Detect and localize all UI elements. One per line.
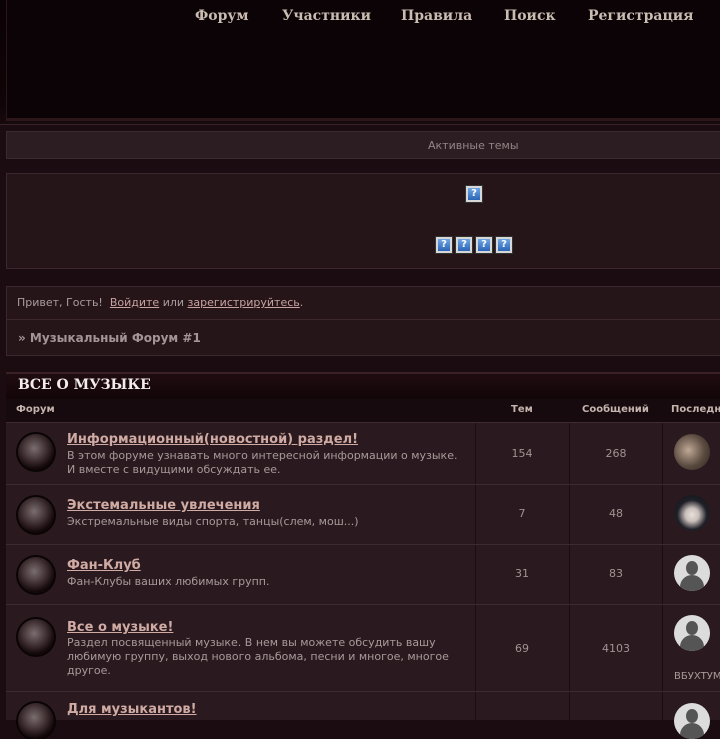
column-headers: Форум Тем Сообщений Последн [6, 399, 720, 422]
default-avatar-body [680, 635, 704, 651]
forum-status-icon [18, 703, 54, 739]
posts-count: 4103 [602, 642, 630, 655]
nav-register[interactable]: Регистрация [588, 8, 694, 24]
login-link[interactable]: Войдите [110, 296, 159, 309]
default-avatar-body [680, 723, 704, 739]
last-poster-avatar[interactable] [674, 555, 710, 591]
forum-title-link[interactable]: Все о музыке! [67, 620, 173, 635]
forum-status-icon [18, 557, 54, 593]
default-avatar-icon [686, 621, 698, 635]
or-text: или [162, 296, 185, 309]
banner-button[interactable]: ? [435, 236, 453, 254]
active-topics-bar: Активные темы [6, 131, 720, 159]
nav-members[interactable]: Участники [282, 8, 371, 24]
forum-row: Для музыкантов! [6, 691, 720, 739]
nav-search[interactable]: Поиск [504, 8, 556, 24]
site-header: Форум Участники Правила Поиск Регистраци… [0, 0, 720, 125]
posts-count: 83 [609, 567, 623, 580]
topics-count: 7 [518, 507, 526, 520]
divider [7, 319, 720, 320]
active-topics-link[interactable]: Активные темы [428, 139, 519, 152]
period-text: . [299, 296, 304, 309]
last-poster-avatar[interactable] [674, 495, 710, 531]
banner-box: ? ? ? ? ? [6, 173, 720, 269]
col-posts: Сообщений [582, 404, 649, 415]
forum-description: Раздел посвященный музыке. В нем вы може… [67, 636, 449, 677]
default-avatar-icon [686, 709, 698, 723]
forum-title-link[interactable]: Информационный(новостной) раздел! [67, 432, 358, 447]
posts-count: 48 [609, 507, 623, 520]
col-forum: Форум [16, 404, 55, 415]
breadcrumb[interactable]: » Музыкальный Форум #1 [18, 331, 201, 345]
col-last-post: Последн [671, 404, 720, 415]
forum-description: В этом форуме узнавать много интересной … [67, 449, 458, 476]
last-poster-name[interactable]: ВБУХТУМ [674, 671, 720, 682]
divider [662, 692, 663, 720]
topics-count: 69 [515, 642, 529, 655]
category-header: ВСЕ О МУЗЫКЕ [6, 372, 720, 399]
nav-forum[interactable]: Форум [195, 8, 249, 24]
forum-status-icon [18, 619, 54, 655]
divider [662, 423, 663, 484]
topics-count: 154 [511, 447, 533, 460]
forum-description: Экстремальные виды спорта, танцы(слем, м… [67, 515, 359, 528]
forum-status-icon [18, 497, 54, 533]
divider [475, 692, 476, 720]
forum-title-link[interactable]: Для музыкантов! [67, 702, 197, 717]
last-poster-avatar[interactable] [674, 703, 710, 739]
forum-row: Фан-Клуб Фан-Клубы ваших любимых групп. … [6, 544, 720, 604]
forum-status-icon [18, 434, 54, 470]
last-poster-avatar[interactable] [674, 615, 710, 651]
posts-count: 268 [605, 447, 627, 460]
default-avatar-icon [686, 561, 698, 575]
banner-button[interactable]: ? [475, 236, 493, 254]
banner-button[interactable]: ? [495, 236, 513, 254]
forum-description: Фан-Клубы ваших любимых групп. [67, 575, 270, 588]
topics-count: 31 [515, 567, 529, 580]
divider [569, 692, 570, 720]
register-link[interactable]: зарегистрируйтесь [188, 296, 300, 309]
banner-button[interactable]: ? [465, 185, 483, 203]
forum-title-link[interactable]: Фан-Клуб [67, 558, 141, 573]
category-title: ВСЕ О МУЗЫКЕ [18, 377, 151, 393]
forum-row: Все о музыке! Раздел посвященный музыке.… [6, 604, 720, 691]
forum-row: Информационный(новостной) раздел! В этом… [6, 422, 720, 484]
nav-rules[interactable]: Правила [401, 8, 472, 24]
forum-title-link[interactable]: Экстемальные увлечения [67, 498, 260, 513]
col-topics: Тем [511, 404, 533, 415]
default-avatar-body [680, 575, 704, 591]
banner-button[interactable]: ? [455, 236, 473, 254]
welcome-line: Привет, Гость! Войдите или зарегистрируй… [17, 296, 303, 309]
greeting-text: Привет, Гость! [17, 296, 103, 309]
divider [662, 485, 663, 544]
main-nav: Форум Участники Правила Поиск Регистраци… [0, 8, 720, 28]
divider [662, 605, 663, 691]
welcome-box: Привет, Гость! Войдите или зарегистрируй… [6, 286, 720, 356]
forum-row: Экстемальные увлечения Экстремальные вид… [6, 484, 720, 544]
divider [662, 545, 663, 604]
last-poster-avatar[interactable] [674, 434, 710, 470]
